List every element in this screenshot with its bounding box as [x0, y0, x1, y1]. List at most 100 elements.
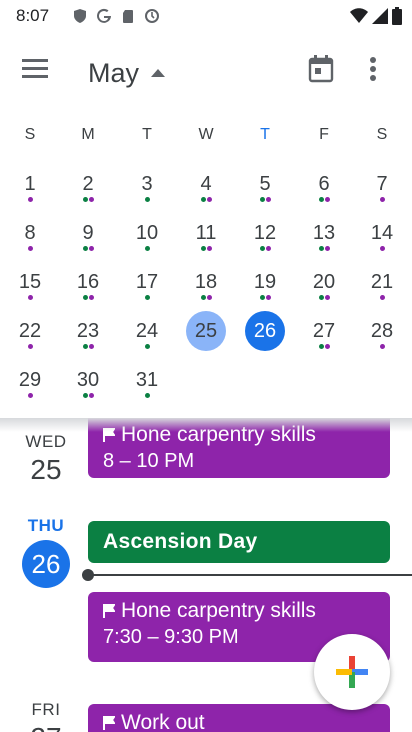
event-card[interactable]: Ascension Day [88, 521, 390, 563]
day-cell-13[interactable]: 13 [302, 213, 346, 259]
event-dot [82, 295, 88, 300]
event-dots [302, 246, 346, 251]
event-dots [125, 197, 169, 202]
event-dots [66, 344, 110, 349]
day-cell-18[interactable]: 18 [184, 262, 228, 308]
flag-icon [103, 716, 115, 730]
day-cell-26[interactable]: 26 [243, 311, 287, 357]
day-cell-1[interactable]: 1 [8, 164, 52, 210]
agenda-day-number: 27 [16, 722, 76, 732]
shield-icon [74, 9, 86, 23]
event-dots [360, 246, 404, 251]
event-dot [200, 197, 206, 202]
event-title: Work out [121, 711, 205, 732]
day-cell-4[interactable]: 4 [184, 164, 228, 210]
event-dot [379, 295, 385, 300]
event-dots [8, 246, 52, 251]
menu-button[interactable] [22, 58, 66, 88]
event-dot [318, 295, 324, 300]
wifi-icon [350, 8, 368, 23]
event-dot [144, 197, 150, 202]
flag-icon [103, 604, 115, 618]
event-dot [259, 246, 265, 251]
day-cell-31[interactable]: 31 [125, 360, 169, 406]
agenda-day-number: 26 [22, 540, 70, 588]
sync-icon [145, 9, 159, 23]
current-time-line [88, 574, 412, 576]
event-dot [144, 344, 150, 349]
day-cell-27[interactable]: 27 [302, 311, 346, 357]
day-cell-9[interactable]: 9 [66, 213, 110, 259]
event-dots [8, 344, 52, 349]
event-dot [318, 344, 324, 349]
event-dots [302, 197, 346, 202]
day-cell-3[interactable]: 3 [125, 164, 169, 210]
day-cell-20[interactable]: 20 [302, 262, 346, 308]
weekday-label: S [376, 126, 388, 143]
event-dots [66, 246, 110, 251]
day-cell-25[interactable]: 25 [184, 311, 228, 357]
event-dot [265, 295, 271, 300]
event-dots [243, 197, 287, 202]
grid-shadow [0, 418, 412, 432]
day-cell-15[interactable]: 15 [8, 262, 52, 308]
event-dot [88, 344, 94, 349]
day-cell-12[interactable]: 12 [243, 213, 287, 259]
event-time: 8 – 10 PM [103, 450, 195, 472]
battery-icon [392, 7, 402, 25]
event-dots [302, 344, 346, 349]
day-cell-17[interactable]: 17 [125, 262, 169, 308]
agenda-day-label: WED 25 [16, 432, 76, 486]
day-cell-7[interactable]: 7 [360, 164, 404, 210]
day-cell-2[interactable]: 2 [66, 164, 110, 210]
day-cell-28[interactable]: 28 [360, 311, 404, 357]
agenda-day-name: FRI [31, 700, 61, 719]
day-cell-14[interactable]: 14 [360, 213, 404, 259]
more-options-button[interactable] [368, 54, 396, 90]
day-cell-19[interactable]: 19 [243, 262, 287, 308]
event-dot [324, 197, 330, 202]
event-dots [360, 197, 404, 202]
event-dots [302, 295, 346, 300]
day-cell-22[interactable]: 22 [8, 311, 52, 357]
event-dot [27, 295, 33, 300]
day-cell-11[interactable]: 11 [184, 213, 228, 259]
event-dot [259, 197, 265, 202]
add-event-fab[interactable] [314, 634, 390, 710]
event-dot [27, 246, 33, 251]
event-dots [184, 295, 228, 300]
day-cell-24[interactable]: 24 [125, 311, 169, 357]
event-title: Ascension Day [103, 530, 258, 553]
event-dots [125, 344, 169, 349]
event-dots [184, 246, 228, 251]
weekday-label: F [319, 126, 329, 143]
event-dot [318, 246, 324, 251]
day-cell-23[interactable]: 23 [66, 311, 110, 357]
day-cell-16[interactable]: 16 [66, 262, 110, 308]
calendar-today-icon [308, 55, 334, 83]
day-cell-29[interactable]: 29 [8, 360, 52, 406]
event-dot [27, 344, 33, 349]
event-dot [324, 295, 330, 300]
day-cell-5[interactable]: 5 [243, 164, 287, 210]
day-cell-8[interactable]: 8 [8, 213, 52, 259]
signal-icon [372, 8, 388, 24]
agenda-day-name: WED [25, 432, 67, 451]
day-cell-10[interactable]: 10 [125, 213, 169, 259]
event-dots [184, 197, 228, 202]
month-selector[interactable]: May [88, 52, 166, 94]
agenda-day-label: THU 26 [16, 516, 76, 588]
event-title-row: Work out [103, 710, 375, 732]
event-dot [144, 295, 150, 300]
day-cell-30[interactable]: 30 [66, 360, 110, 406]
event-dot [88, 246, 94, 251]
event-dot [27, 197, 33, 202]
event-dots [66, 295, 110, 300]
month-title: May [88, 57, 140, 88]
event-dot [324, 246, 330, 251]
event-dots [125, 393, 169, 398]
day-cell-21[interactable]: 21 [360, 262, 404, 308]
today-button[interactable] [306, 54, 342, 90]
event-dot [200, 246, 206, 251]
day-cell-6[interactable]: 6 [302, 164, 346, 210]
